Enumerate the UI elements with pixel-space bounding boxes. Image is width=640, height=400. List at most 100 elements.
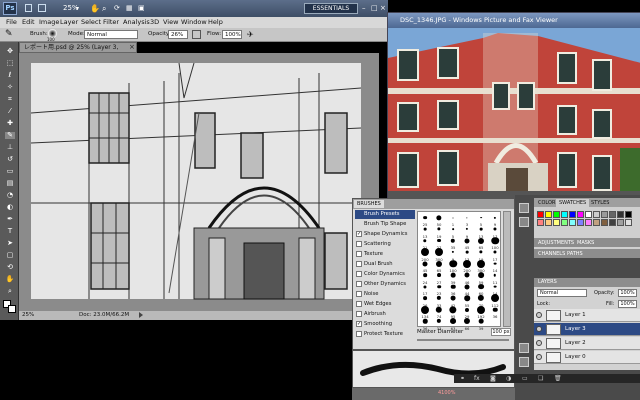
menu-layer[interactable]: Layer (60, 17, 78, 28)
color-swatch[interactable] (609, 211, 616, 218)
tab-adjustments[interactable]: ADJUSTMENTS (535, 239, 577, 247)
brush-setting-item[interactable]: Other Dynamics (355, 280, 415, 289)
history-brush-icon[interactable]: ↺ (5, 156, 15, 163)
eye-icon[interactable] (536, 354, 542, 360)
color-swatch[interactable] (617, 219, 624, 226)
brush-tip[interactable]: 36 (418, 316, 432, 331)
color-swatch[interactable] (617, 211, 624, 218)
eyedropper-tool-icon[interactable]: ⁄ (5, 108, 15, 115)
bridge-icon[interactable] (25, 4, 32, 12)
path-select-icon[interactable]: ➤ (5, 240, 15, 247)
menu-image[interactable]: Image (39, 17, 59, 28)
color-swatch[interactable] (585, 219, 592, 226)
brush-setting-checkbox[interactable]: ✓ (356, 321, 362, 327)
brush-setting-item[interactable]: Protect Texture (355, 330, 415, 339)
shape-tool-icon[interactable]: ▢ (5, 252, 15, 259)
layer-row[interactable]: Layer 0 (534, 351, 640, 364)
color-swatch[interactable] (569, 219, 576, 226)
brush-setting-checkbox[interactable]: ✓ (356, 231, 362, 237)
blend-mode-select[interactable]: Normal (537, 289, 587, 297)
layer-row[interactable]: Layer 3 (534, 323, 640, 336)
color-swatch[interactable] (577, 211, 584, 218)
color-swatch[interactable] (537, 211, 544, 218)
layer-row[interactable]: Layer 1 (534, 309, 640, 322)
color-swatch[interactable] (553, 211, 560, 218)
brush-setting-item[interactable]: Texture (355, 250, 415, 259)
hand-tool-icon[interactable]: ✋ (5, 276, 15, 283)
brush-setting-item[interactable]: Noise (355, 290, 415, 299)
color-swatch[interactable] (609, 219, 616, 226)
brush-setting-item[interactable]: Brush Tip Shape (355, 220, 415, 229)
new-group-icon[interactable]: ▭ (522, 375, 528, 382)
pen-tool-icon[interactable]: ✒ (5, 216, 15, 223)
menu-file[interactable]: File (6, 17, 17, 28)
color-swatch[interactable] (593, 211, 600, 218)
document-tab[interactable]: レポート用.psd @ 25% (Layer 3, CMYK/8) (19, 42, 137, 61)
tab-swatches[interactable]: SWATCHES (556, 199, 590, 207)
menu-select[interactable]: Select (81, 17, 101, 28)
healing-brush-icon[interactable]: ✚ (5, 120, 15, 127)
play-arrow-icon[interactable] (139, 312, 145, 318)
tab-styles[interactable]: STYLES (588, 199, 612, 207)
brush-tip-grid[interactable]: 2550135913195913172127354565100200300913… (417, 211, 502, 331)
eraser-tool-icon[interactable]: ▭ (5, 168, 15, 175)
brush-setting-checkbox[interactable] (356, 301, 362, 307)
link-layers-icon[interactable]: ⚭ (460, 375, 465, 382)
brush-setting-checkbox[interactable] (356, 261, 362, 267)
color-swatch[interactable] (537, 219, 544, 226)
brush-tip[interactable]: 36 (488, 304, 502, 319)
new-adjustment-icon[interactable]: ◑ (506, 375, 511, 382)
gradient-tool-icon[interactable]: ▤ (5, 180, 15, 187)
close-button[interactable]: × (380, 3, 386, 14)
background-color-swatch[interactable] (8, 305, 16, 313)
maximize-button[interactable]: □ (371, 3, 378, 14)
brush-setting-checkbox[interactable] (356, 241, 362, 247)
menu-edit[interactable]: Edit (22, 17, 35, 28)
delete-layer-icon[interactable]: 🗑 (554, 375, 562, 382)
mini-bridge-icon[interactable] (38, 4, 46, 12)
color-swatch[interactable] (577, 219, 584, 226)
menu-window[interactable]: Window (181, 17, 207, 28)
color-swatch[interactable] (561, 219, 568, 226)
actions-panel-icon[interactable] (519, 217, 529, 227)
tab-color[interactable]: COLOR (535, 199, 558, 207)
brush-setting-item[interactable]: Dual Brush (355, 260, 415, 269)
status-zoom[interactable]: 25% (22, 311, 34, 320)
layer-opacity-field[interactable]: 100% (618, 289, 637, 297)
tab-layers[interactable]: LAYERS (534, 278, 640, 287)
brush-tip[interactable]: 39 (474, 316, 488, 331)
quick-select-tool-icon[interactable]: ✧ (5, 84, 15, 91)
3d-rotate-icon[interactable]: ⟲ (5, 264, 15, 271)
eye-icon[interactable] (536, 326, 542, 332)
menu-analysis[interactable]: Analysis (123, 17, 150, 28)
master-diameter-slider[interactable] (417, 339, 509, 341)
flow-field[interactable]: 100% (222, 30, 242, 39)
airbrush-icon[interactable]: ✈ (247, 30, 254, 39)
brush-setting-checkbox[interactable] (356, 331, 362, 337)
brush-tip[interactable]: 66 (460, 316, 474, 331)
fill-field[interactable]: 100% (618, 300, 637, 308)
zoom-tool-icon[interactable]: ⌕ (102, 3, 106, 14)
add-mask-icon[interactable]: ◙ (490, 375, 496, 382)
color-swatch[interactable] (593, 219, 600, 226)
rotate-view-icon[interactable]: ⟳ (114, 3, 120, 14)
tab-brushes[interactable]: BRUSHES (354, 200, 384, 208)
master-diameter-field[interactable]: 100 px (491, 328, 511, 336)
color-swatch[interactable] (569, 211, 576, 218)
color-swatch[interactable] (625, 211, 632, 218)
color-swatch[interactable] (625, 219, 632, 226)
brush-setting-checkbox[interactable] (356, 251, 362, 257)
color-swatch[interactable] (601, 219, 608, 226)
menu-filter[interactable]: Filter (103, 17, 119, 28)
brush-setting-item[interactable]: Scattering (355, 240, 415, 249)
brush-setting-item[interactable]: Color Dynamics (355, 270, 415, 279)
layer-row[interactable]: Layer 2 (534, 337, 640, 350)
brush-setting-item[interactable]: ✓ Shape Dynamics (355, 230, 415, 239)
layer-style-icon[interactable]: fx (474, 375, 480, 382)
brush-setting-item[interactable]: Wet Edges (355, 300, 415, 309)
hand-tool-icon[interactable]: ✋ (90, 3, 100, 14)
color-swatch[interactable] (545, 211, 552, 218)
document-canvas-area[interactable] (19, 53, 379, 311)
brush-panel-icon[interactable] (519, 343, 529, 353)
zoom-tool-icon[interactable]: ⌕ (5, 288, 15, 295)
